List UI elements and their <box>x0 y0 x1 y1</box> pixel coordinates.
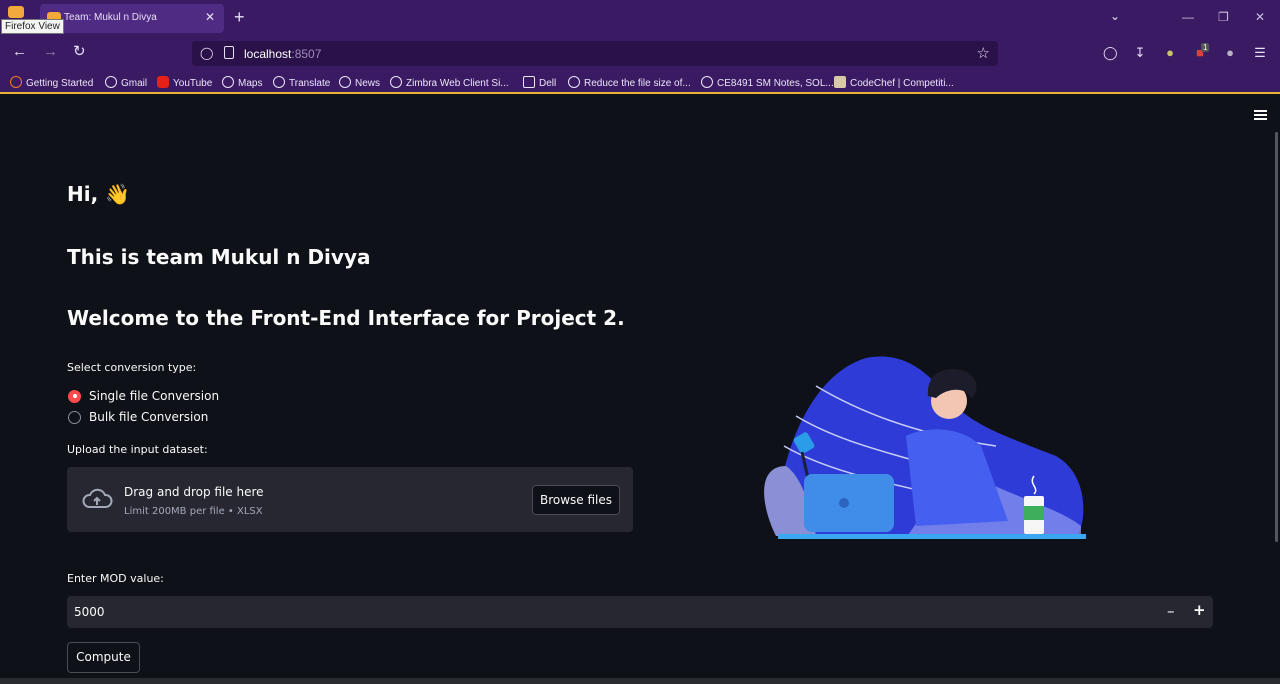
mod-value-text[interactable]: 5000 <box>74 605 105 619</box>
downloads-icon[interactable]: ↧ <box>1133 46 1147 60</box>
browse-files-button[interactable]: Browse files <box>532 485 620 515</box>
upload-label: Upload the input dataset: <box>67 443 208 456</box>
bookmark-zimbra[interactable]: Zimbra Web Client Si... <box>390 76 509 89</box>
globe-icon <box>701 76 713 88</box>
back-arrow-icon[interactable]: ← <box>12 44 27 60</box>
firefox-view-tooltip: Firefox View <box>1 19 64 34</box>
addon-badge-count: 1 <box>1201 43 1210 52</box>
welcome-heading: Welcome to the Front-End Interface for P… <box>67 306 625 330</box>
increment-button[interactable]: + <box>1193 601 1206 619</box>
bookmark-dell[interactable]: Dell <box>523 76 556 89</box>
youtube-icon <box>157 76 169 88</box>
radio-single-file[interactable]: Single file Conversion <box>68 388 219 404</box>
chevron-down-icon[interactable]: ⌄ <box>1110 9 1120 23</box>
dropzone-instructions: Drag and drop file here <box>124 485 264 499</box>
tab-bar: Team: Mukul n Divya ✕ + ⌄ — ❐ ✕ Firefox … <box>0 0 1280 37</box>
folder-icon <box>523 76 535 88</box>
bookmark-news[interactable]: News <box>339 76 380 89</box>
nav-bar: ← → ↻ ◯ localhost:8507 ☆ ◯ ↧ ● ■ 1 ● ☰ <box>0 37 1280 70</box>
app-menu-icon[interactable]: ☰ <box>1253 46 1267 60</box>
radio-label-bulk: Bulk file Conversion <box>89 410 209 424</box>
bottom-divider <box>0 678 1280 684</box>
greeting-heading: Hi, 👋 <box>67 182 131 206</box>
restore-icon[interactable]: ❐ <box>1218 10 1229 24</box>
radio-bulk-file[interactable]: Bulk file Conversion <box>68 409 208 425</box>
firefox-icon <box>10 76 22 88</box>
globe-icon <box>568 76 580 88</box>
firefox-view-icon[interactable] <box>8 6 24 18</box>
bookmark-star-icon[interactable]: ☆ <box>977 44 990 62</box>
url-bar[interactable]: ◯ localhost:8507 ☆ <box>192 41 998 66</box>
browser-tab[interactable]: Team: Mukul n Divya ✕ <box>40 4 224 33</box>
bookmark-translate[interactable]: Translate <box>273 76 330 89</box>
bookmark-maps[interactable]: Maps <box>222 76 262 89</box>
globe-icon[interactable]: ● <box>1223 46 1237 60</box>
forward-arrow-icon[interactable]: → <box>43 44 58 60</box>
globe-icon <box>222 76 234 88</box>
close-window-icon[interactable]: ✕ <box>1255 10 1265 24</box>
google-icon <box>105 76 117 88</box>
cloud-upload-icon <box>82 488 113 508</box>
page-info-icon[interactable] <box>224 46 234 59</box>
team-heading: This is team Mukul n Divya <box>67 245 371 269</box>
file-dropzone[interactable]: Drag and drop file here Limit 200MB per … <box>67 467 633 532</box>
bookmark-getting-started[interactable]: Getting Started <box>10 76 93 89</box>
radio-unselected-icon[interactable] <box>68 410 81 424</box>
mod-number-input[interactable]: 5000 – + <box>67 596 1213 628</box>
minimize-icon[interactable]: — <box>1182 10 1194 24</box>
conversion-type-label: Select conversion type: <box>67 361 197 374</box>
decrement-button[interactable]: – <box>1167 602 1175 620</box>
app-main: Hi, 👋 This is team Mukul n Divya Welcome… <box>0 96 1280 684</box>
tab-title: Team: Mukul n Divya <box>64 12 157 23</box>
new-tab-button[interactable]: + <box>234 8 245 26</box>
pocket-icon[interactable]: ◯ <box>1103 46 1118 60</box>
globe-icon <box>390 76 402 88</box>
main-menu-icon[interactable] <box>1254 110 1267 120</box>
bookmark-gmail[interactable]: Gmail <box>105 76 147 89</box>
bookmark-reduce-file-size[interactable]: Reduce the file size of... <box>568 76 691 89</box>
bookmarks-bar: Getting Started Gmail YouTube Maps Trans… <box>0 70 1280 94</box>
developer-illustration <box>764 356 1086 539</box>
codechef-icon <box>834 76 846 88</box>
bookmark-codechef[interactable]: CodeChef | Competiti... <box>834 76 954 89</box>
reload-icon[interactable]: ↻ <box>73 44 86 60</box>
extension-icon[interactable]: ● <box>1163 46 1177 60</box>
bookmark-youtube[interactable]: YouTube <box>157 76 212 89</box>
radio-selected-icon[interactable] <box>68 389 81 403</box>
globe-icon <box>339 76 351 88</box>
mod-value-label: Enter MOD value: <box>67 572 164 585</box>
dropzone-limit: Limit 200MB per file • XLSX <box>124 506 263 517</box>
radio-label-single: Single file Conversion <box>89 389 220 403</box>
tab-close-icon[interactable]: ✕ <box>205 10 215 24</box>
url-text[interactable]: localhost:8507 <box>244 47 321 61</box>
bookmark-ce8491[interactable]: CE8491 SM Notes, SOL... <box>701 76 834 89</box>
page-scrollbar[interactable] <box>1275 132 1278 542</box>
globe-icon <box>273 76 285 88</box>
shield-icon[interactable]: ◯ <box>200 46 213 60</box>
compute-button[interactable]: Compute <box>67 642 140 673</box>
